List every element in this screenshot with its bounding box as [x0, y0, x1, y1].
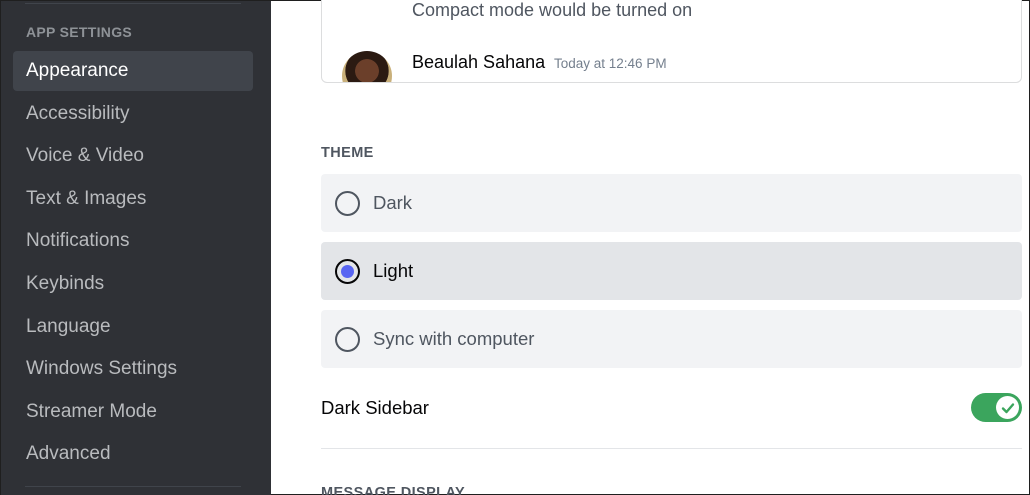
sidebar-item-advanced[interactable]: Advanced	[13, 434, 253, 474]
sidebar-item-windows-settings[interactable]: Windows Settings	[13, 349, 253, 389]
preview-author-name: Beaulah Sahana	[412, 52, 546, 72]
preview-timestamp: Today at 12:46 PM	[554, 56, 667, 71]
preview-message-text: Compact mode would be turned on	[412, 0, 693, 20]
sidebar-divider	[25, 486, 241, 487]
theme-option-dark[interactable]: Dark	[321, 174, 1022, 232]
sidebar-nav: Appearance Accessibility Voice & Video T…	[13, 51, 253, 477]
radio-unchecked-icon	[335, 190, 360, 216]
radio-checked-icon	[335, 258, 360, 284]
settings-content: Compact mode would be turned on Beaulah …	[271, 0, 1030, 495]
sidebar-item-language[interactable]: Language	[13, 307, 253, 347]
checkmark-icon	[1001, 402, 1014, 413]
radio-unchecked-icon	[335, 326, 360, 352]
sidebar-item-appearance[interactable]: Appearance	[13, 51, 253, 91]
message-preview-card: Compact mode would be turned on Beaulah …	[321, 0, 1022, 83]
message-display-section-title: Message Display	[321, 485, 466, 495]
theme-option-label: Light	[373, 260, 414, 281]
sidebar-item-voice-video[interactable]: Voice & Video	[13, 136, 253, 176]
settings-sidebar: App Settings Appearance Accessibility Vo…	[1, 1, 271, 495]
theme-section-title: Theme	[321, 145, 374, 161]
sidebar-item-text-images[interactable]: Text & Images	[13, 179, 253, 219]
sidebar-section-header: App Settings	[26, 24, 133, 40]
toggle-knob	[996, 396, 1019, 419]
theme-option-light[interactable]: Light	[321, 242, 1022, 300]
dark-sidebar-label: Dark Sidebar	[321, 397, 429, 418]
avatar	[342, 51, 392, 82]
radio-dot	[341, 264, 354, 278]
section-divider	[321, 448, 1022, 449]
sidebar-item-notifications[interactable]: Notifications	[13, 221, 253, 261]
theme-option-label: Dark	[373, 192, 413, 213]
sidebar-item-streamer-mode[interactable]: Streamer Mode	[13, 392, 253, 432]
theme-option-sync[interactable]: Sync with computer	[321, 310, 1022, 368]
dark-sidebar-toggle[interactable]	[971, 393, 1022, 422]
sidebar-item-accessibility[interactable]: Accessibility	[13, 94, 253, 134]
sidebar-divider	[25, 3, 241, 4]
theme-option-label: Sync with computer	[373, 328, 535, 349]
sidebar-item-keybinds[interactable]: Keybinds	[13, 264, 253, 304]
